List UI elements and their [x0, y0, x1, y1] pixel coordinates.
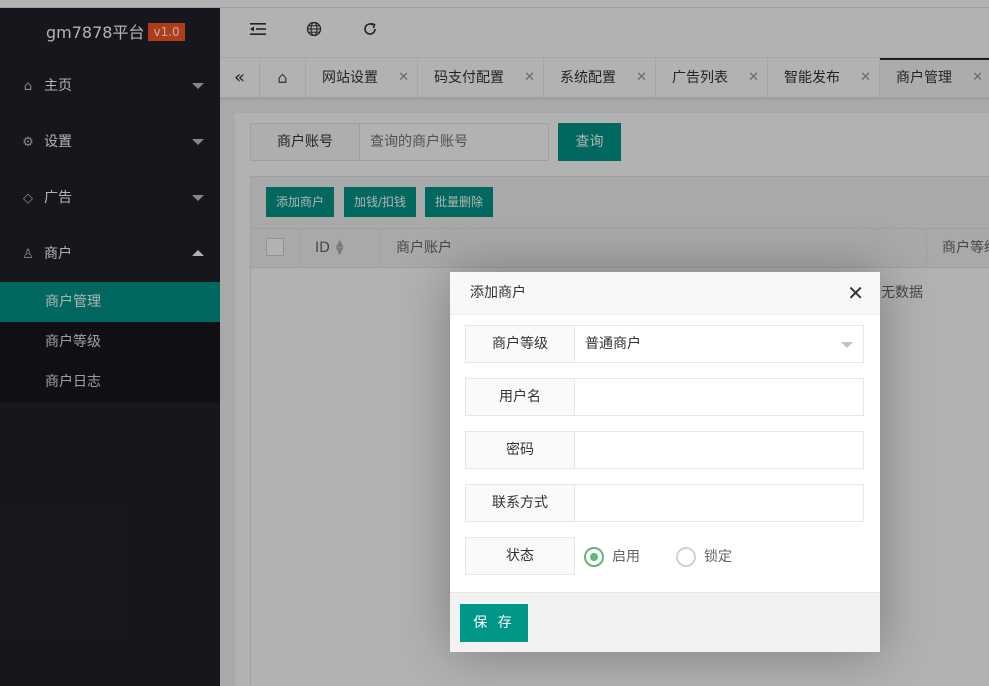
chevron-down-icon: [841, 342, 853, 348]
level-label: 商户等级: [465, 325, 575, 363]
merchant-level-select[interactable]: 普通商户: [574, 325, 864, 363]
status-radio-enable[interactable]: 启用: [584, 546, 640, 568]
merchant-level-value: 普通商户: [585, 336, 641, 352]
username-input[interactable]: [574, 378, 864, 416]
save-button[interactable]: 保 存: [460, 604, 528, 642]
password-label: 密码: [465, 431, 575, 469]
contact-input[interactable]: [574, 484, 864, 522]
password-input[interactable]: [574, 431, 864, 469]
username-row: 用户名: [465, 378, 864, 416]
close-icon[interactable]: ✕: [847, 272, 864, 315]
password-row: 密码: [465, 431, 864, 469]
contact-label: 联系方式: [465, 484, 575, 522]
contact-row: 联系方式: [465, 484, 864, 522]
level-row: 商户等级 普通商户: [465, 325, 864, 363]
dialog-title-bar: 添加商户 ✕: [450, 272, 880, 315]
add-merchant-dialog: 添加商户 ✕ 商户等级 普通商户 用户名 密码 联系方式 状态 启用 锁定 保 …: [450, 272, 880, 652]
status-label: 状态: [465, 537, 575, 575]
radio-unchecked-icon: [676, 547, 696, 567]
username-label: 用户名: [465, 378, 575, 416]
status-radio-lock[interactable]: 锁定: [676, 546, 732, 568]
radio-checked-icon: [584, 547, 604, 567]
dialog-title: 添加商户: [470, 285, 526, 301]
status-row: 状态 启用 锁定: [465, 537, 864, 575]
dialog-footer: 保 存: [450, 592, 880, 652]
